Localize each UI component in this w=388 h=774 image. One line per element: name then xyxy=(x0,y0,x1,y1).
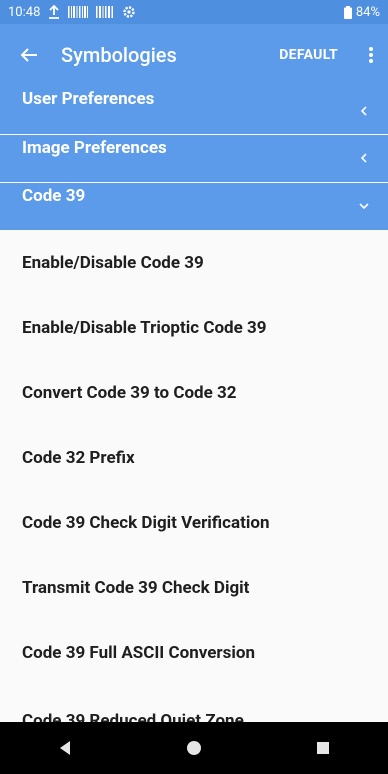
list-item[interactable]: Code 39 Full ASCII Conversion xyxy=(0,620,388,685)
list-item[interactable]: Code 32 Prefix xyxy=(0,425,388,490)
barcode-icon xyxy=(68,6,89,18)
triangle-back-icon[interactable] xyxy=(57,740,73,756)
default-button[interactable]: DEFAULT xyxy=(279,47,338,63)
upload-icon xyxy=(49,5,60,19)
section-label: User Preferences xyxy=(22,89,155,109)
list-item[interactable]: Enable/Disable Code 39 xyxy=(0,230,388,295)
more-vert-icon xyxy=(369,47,373,63)
circle-home-icon[interactable] xyxy=(186,740,202,756)
overflow-menu-button[interactable] xyxy=(356,24,386,86)
battery-icon xyxy=(343,5,352,19)
app-bar: Symbologies DEFAULT xyxy=(0,24,388,86)
settings-gear-icon xyxy=(123,6,136,18)
section-image-preferences[interactable]: Image Preferences xyxy=(0,135,388,182)
section-label: Code 39 xyxy=(22,186,86,206)
status-left: 10:48 xyxy=(8,5,136,20)
status-time: 10:48 xyxy=(8,4,41,20)
barcode-icon-2 xyxy=(96,6,114,18)
arrow-left-icon xyxy=(20,48,37,62)
navigation-bar xyxy=(0,722,388,774)
page-title: Symbologies xyxy=(61,43,177,67)
back-button[interactable] xyxy=(0,24,58,86)
settings-list[interactable]: Enable/Disable Code 39 Enable/Disable Tr… xyxy=(0,230,388,722)
chevron-down-icon xyxy=(359,203,369,210)
status-right: 84% xyxy=(343,4,380,20)
list-item[interactable]: Code 39 Check Digit Verification xyxy=(0,490,388,555)
chevron-left-icon xyxy=(360,153,367,163)
battery-percent: 84% xyxy=(355,4,380,20)
section-code-39[interactable]: Code 39 xyxy=(0,183,388,230)
list-item[interactable]: Convert Code 39 to Code 32 xyxy=(0,360,388,425)
square-recents-icon[interactable] xyxy=(315,740,331,756)
chevron-left-icon xyxy=(360,106,367,116)
list-item[interactable]: Enable/Disable Trioptic Code 39 xyxy=(0,295,388,360)
status-bar: 10:48 84% xyxy=(0,0,388,24)
section-user-preferences[interactable]: User Preferences xyxy=(0,86,388,134)
list-item[interactable]: Code 39 Reduced Quiet Zone xyxy=(0,685,388,722)
section-label: Image Preferences xyxy=(22,138,167,158)
list-item[interactable]: Transmit Code 39 Check Digit xyxy=(0,555,388,620)
